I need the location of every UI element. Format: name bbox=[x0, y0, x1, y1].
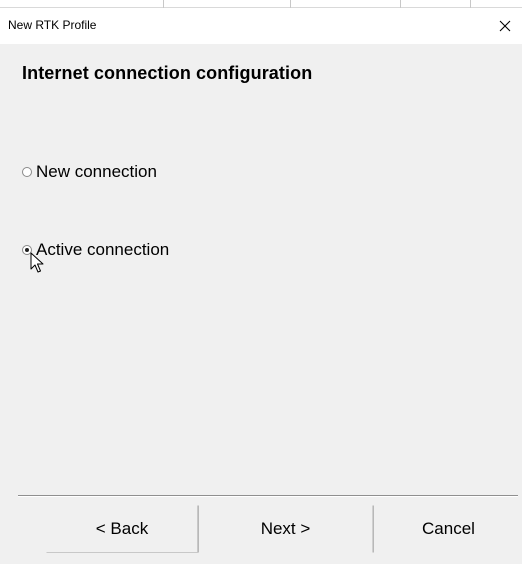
radio-active-connection[interactable]: Active connection bbox=[22, 237, 169, 263]
page-title: Internet connection configuration bbox=[22, 63, 313, 83]
window-title: New RTK Profile bbox=[8, 18, 97, 32]
cancel-button[interactable]: Cancel bbox=[373, 505, 522, 553]
underlying-window-edge bbox=[0, 0, 522, 8]
radio-label-active-connection[interactable]: Active connection bbox=[36, 240, 169, 260]
back-button[interactable]: < Back bbox=[46, 505, 198, 553]
radio-label-new-connection[interactable]: New connection bbox=[36, 162, 157, 182]
radio-new-connection[interactable]: New connection bbox=[22, 159, 157, 185]
close-button[interactable] bbox=[488, 8, 522, 44]
title-bar: New RTK Profile bbox=[0, 8, 522, 44]
close-icon bbox=[499, 20, 511, 32]
mouse-pointer-icon bbox=[30, 252, 44, 273]
next-button[interactable]: Next > bbox=[198, 505, 373, 553]
radio-button-unchecked[interactable] bbox=[22, 167, 32, 177]
dialog-window: New RTK Profile Internet connection conf… bbox=[0, 0, 522, 564]
button-bar-divider bbox=[18, 495, 518, 497]
